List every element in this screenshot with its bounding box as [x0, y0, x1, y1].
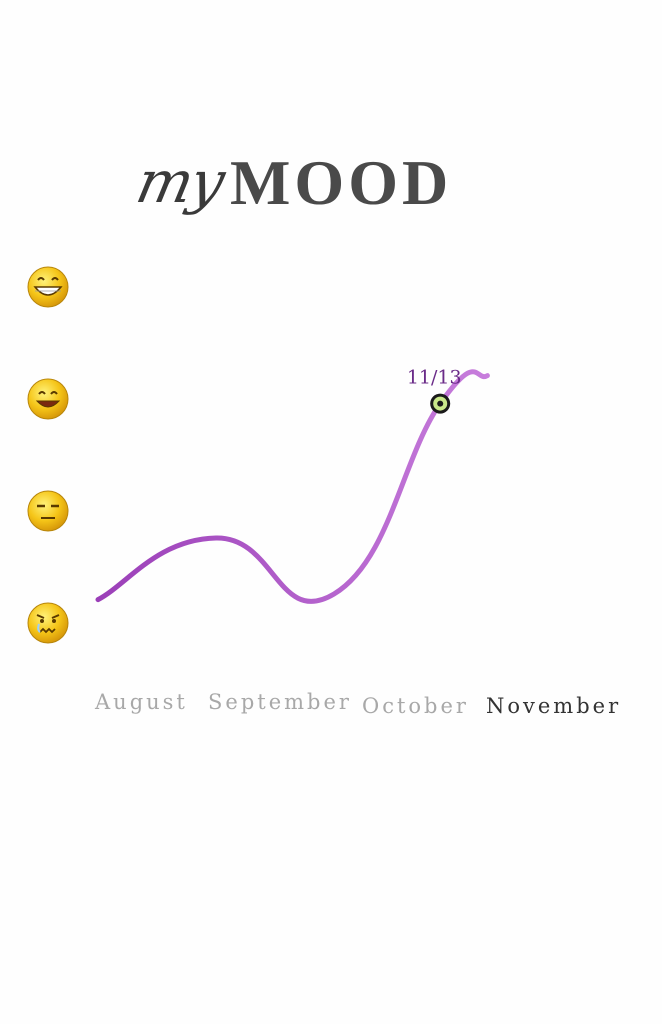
month-label-september[interactable]: September	[208, 690, 352, 714]
month-label-november[interactable]: November	[486, 694, 621, 718]
month-label-october[interactable]: October	[362, 694, 469, 718]
mood-chart: 11/13	[95, 367, 490, 604]
month-label-august[interactable]: August	[95, 690, 188, 714]
highlight-label: 11/13	[407, 367, 462, 389]
mood-line	[95, 369, 490, 604]
